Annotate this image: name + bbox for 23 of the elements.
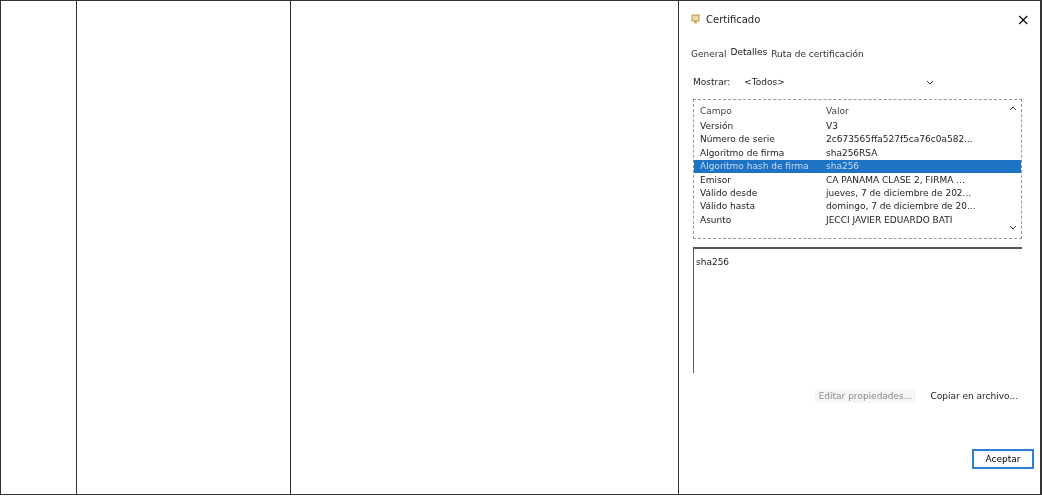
field-row[interactable]: Algoritmo hash de firma sha256: [694, 159, 1021, 173]
show-dropdown[interactable]: <Todos>: [744, 77, 935, 87]
tab[interactable]: Ruta de certificación: [771, 49, 864, 59]
value-detail-field[interactable]: sha256: [693, 247, 1022, 373]
close-button[interactable]: ×: [1012, 9, 1034, 29]
accept-button[interactable]: Aceptar: [972, 449, 1034, 469]
tab[interactable]: Detalles: [730, 47, 768, 57]
column-header[interactable]: Campo: [700, 105, 826, 116]
field-row[interactable]: Asunto JECCI JAVIER EDUARDO BATI: [694, 213, 1021, 227]
scroll-down-icon[interactable]: [1009, 225, 1017, 230]
column-header[interactable]: Valor: [826, 105, 849, 116]
field-row[interactable]: Válido hasta domingo, 7 de diciembre de 20...: [694, 199, 1021, 214]
scroll-up-icon[interactable]: [1009, 106, 1017, 111]
field-row[interactable]: Versión V3: [694, 119, 1021, 133]
field-row[interactable]: Algoritmo de firma sha256RSA: [694, 146, 1021, 160]
field-row[interactable]: Número de serie 2c673565ffa527f5ca76c0a582...: [694, 132, 1021, 147]
field-row[interactable]: Emisor CA PANAMA CLASE 2, FIRMA ...: [694, 172, 1021, 187]
tab[interactable]: General: [691, 49, 727, 59]
window-title: Certificado: [706, 13, 762, 25]
show-label: Mostrar:: [693, 77, 731, 87]
chevron-down-icon: [926, 79, 935, 85]
certificate-icon: [691, 14, 700, 24]
field-row[interactable]: Válido desde jueves, 7 de diciembre de 202...: [694, 186, 1021, 200]
